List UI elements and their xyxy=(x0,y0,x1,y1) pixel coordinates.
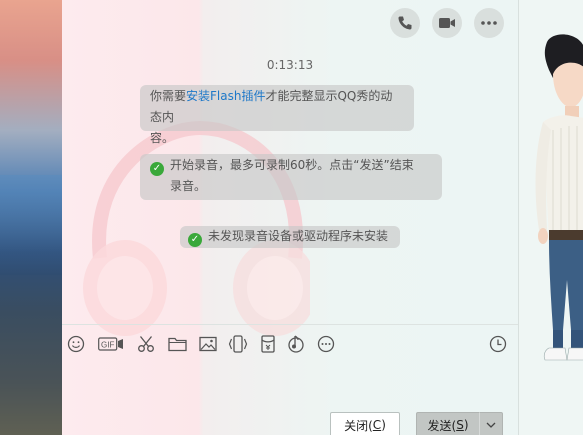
send-button-label-end: ) xyxy=(463,418,469,432)
emoji-icon xyxy=(67,335,85,353)
red-packet-icon xyxy=(261,335,275,353)
video-call-button[interactable] xyxy=(432,8,462,38)
more-icon xyxy=(317,335,335,353)
emoji-button[interactable] xyxy=(66,334,86,354)
send-button-shortcut: S xyxy=(456,418,464,432)
shake-icon xyxy=(228,335,248,353)
message-text: 容。 xyxy=(150,131,175,145)
sea-image xyxy=(0,175,62,275)
check-icon: ✓ xyxy=(188,233,202,247)
red-packet-button[interactable] xyxy=(258,334,278,354)
qq-show-panel xyxy=(518,0,583,435)
history-clock-icon xyxy=(489,335,507,353)
send-options-button[interactable] xyxy=(479,412,503,435)
gif-icon: GIF xyxy=(98,337,123,351)
message-history-button[interactable] xyxy=(488,334,508,354)
send-button-label: 发送( xyxy=(427,418,457,433)
image-icon xyxy=(199,336,217,352)
message-input-area[interactable] xyxy=(62,361,518,407)
system-message-line: 你需要安装Flash插件才能完整显示QQ秀的动态内 xyxy=(150,86,404,128)
background-photo-strip xyxy=(0,0,62,435)
check-icon: ✓ xyxy=(150,162,164,176)
gif-label: GIF xyxy=(101,341,114,350)
close-button[interactable]: 关闭(C) xyxy=(330,412,400,435)
close-button-label: 关闭( xyxy=(344,418,373,433)
input-toolbar: GIF xyxy=(62,324,518,361)
send-file-button[interactable] xyxy=(167,334,187,354)
music-button[interactable] xyxy=(286,334,306,354)
screenshot-button[interactable] xyxy=(136,334,156,354)
more-icon xyxy=(481,21,497,25)
scissors-icon xyxy=(138,336,154,352)
phone-icon xyxy=(398,16,412,30)
chevron-down-icon xyxy=(486,422,496,428)
music-icon xyxy=(288,335,304,353)
qq-show-avatar xyxy=(535,34,583,361)
video-camera-icon xyxy=(439,18,455,28)
message-text: 你需要 xyxy=(150,89,187,103)
message-timestamp: 0:13:13 xyxy=(266,58,314,72)
send-button[interactable]: 发送(S) xyxy=(416,412,479,435)
close-button-shortcut: C xyxy=(372,418,382,432)
message-text: 开始录音，最多可录制60秒。点击“发送”结束 xyxy=(170,158,414,172)
system-message-line: ✓ 开始录音，最多可录制60秒。点击“发送”结束 xyxy=(150,155,432,176)
folder-icon xyxy=(167,337,187,352)
more-tools-button[interactable] xyxy=(316,334,336,354)
install-flash-link[interactable]: 安装Flash插件 xyxy=(186,89,265,103)
system-message-no-device: ✓ 未发现录音设备或驱动程序未安装 xyxy=(180,226,400,248)
message-text: 未发现录音设备或驱动程序未安装 xyxy=(208,229,389,243)
chat-panel: 0:13:13 你需要安装Flash插件才能完整显示QQ秀的动态内 容。 ✓ 开始… xyxy=(62,0,518,435)
gif-button[interactable]: GIF xyxy=(98,334,124,354)
message-text: 录音。 xyxy=(170,179,207,193)
system-message-recording: ✓ 开始录音，最多可录制60秒。点击“发送”结束 录音。 xyxy=(140,154,442,200)
voice-call-button[interactable] xyxy=(390,8,420,38)
shake-button[interactable] xyxy=(228,334,248,354)
close-button-label-end: ) xyxy=(381,418,386,432)
send-image-button[interactable] xyxy=(198,334,218,354)
more-options-button[interactable] xyxy=(474,8,504,38)
system-message-flash: 你需要安装Flash插件才能完整显示QQ秀的动态内 容。 xyxy=(140,85,414,145)
